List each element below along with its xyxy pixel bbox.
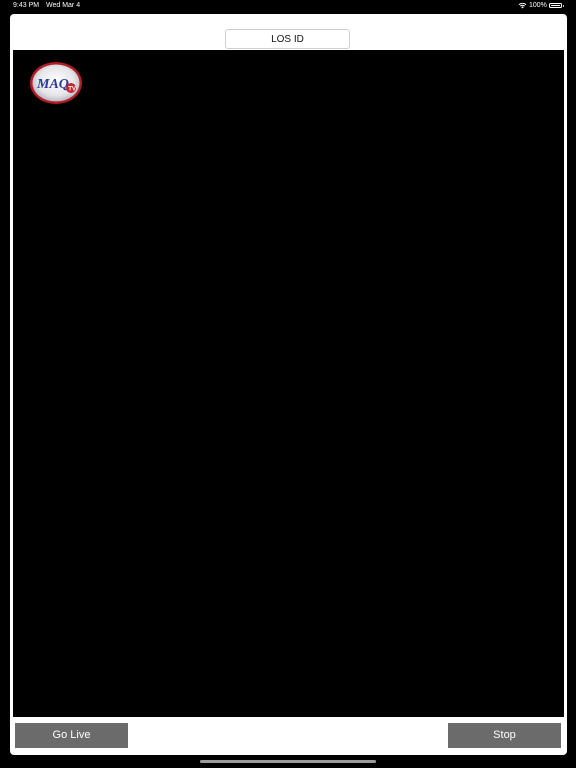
battery-icon bbox=[549, 3, 564, 8]
home-indicator[interactable] bbox=[200, 760, 376, 763]
status-bar: 9:43 PM Wed Mar 4 100% bbox=[0, 0, 576, 12]
app-panel: MAQ TV Go Live Stop bbox=[10, 14, 567, 755]
status-time: 9:43 PM bbox=[13, 2, 40, 9]
maq-tv-logo: MAQ TV bbox=[30, 62, 82, 104]
battery-percentage: 100% bbox=[529, 2, 547, 9]
go-live-button[interactable]: Go Live bbox=[15, 723, 128, 748]
logo-badge: TV bbox=[68, 87, 76, 93]
logo-text: MAQ bbox=[36, 77, 69, 92]
stop-button[interactable]: Stop bbox=[448, 723, 561, 748]
status-date: Wed Mar 4 bbox=[46, 2, 81, 9]
los-id-field[interactable] bbox=[225, 29, 350, 49]
video-preview: MAQ TV bbox=[13, 50, 564, 717]
wifi-icon bbox=[518, 2, 527, 9]
